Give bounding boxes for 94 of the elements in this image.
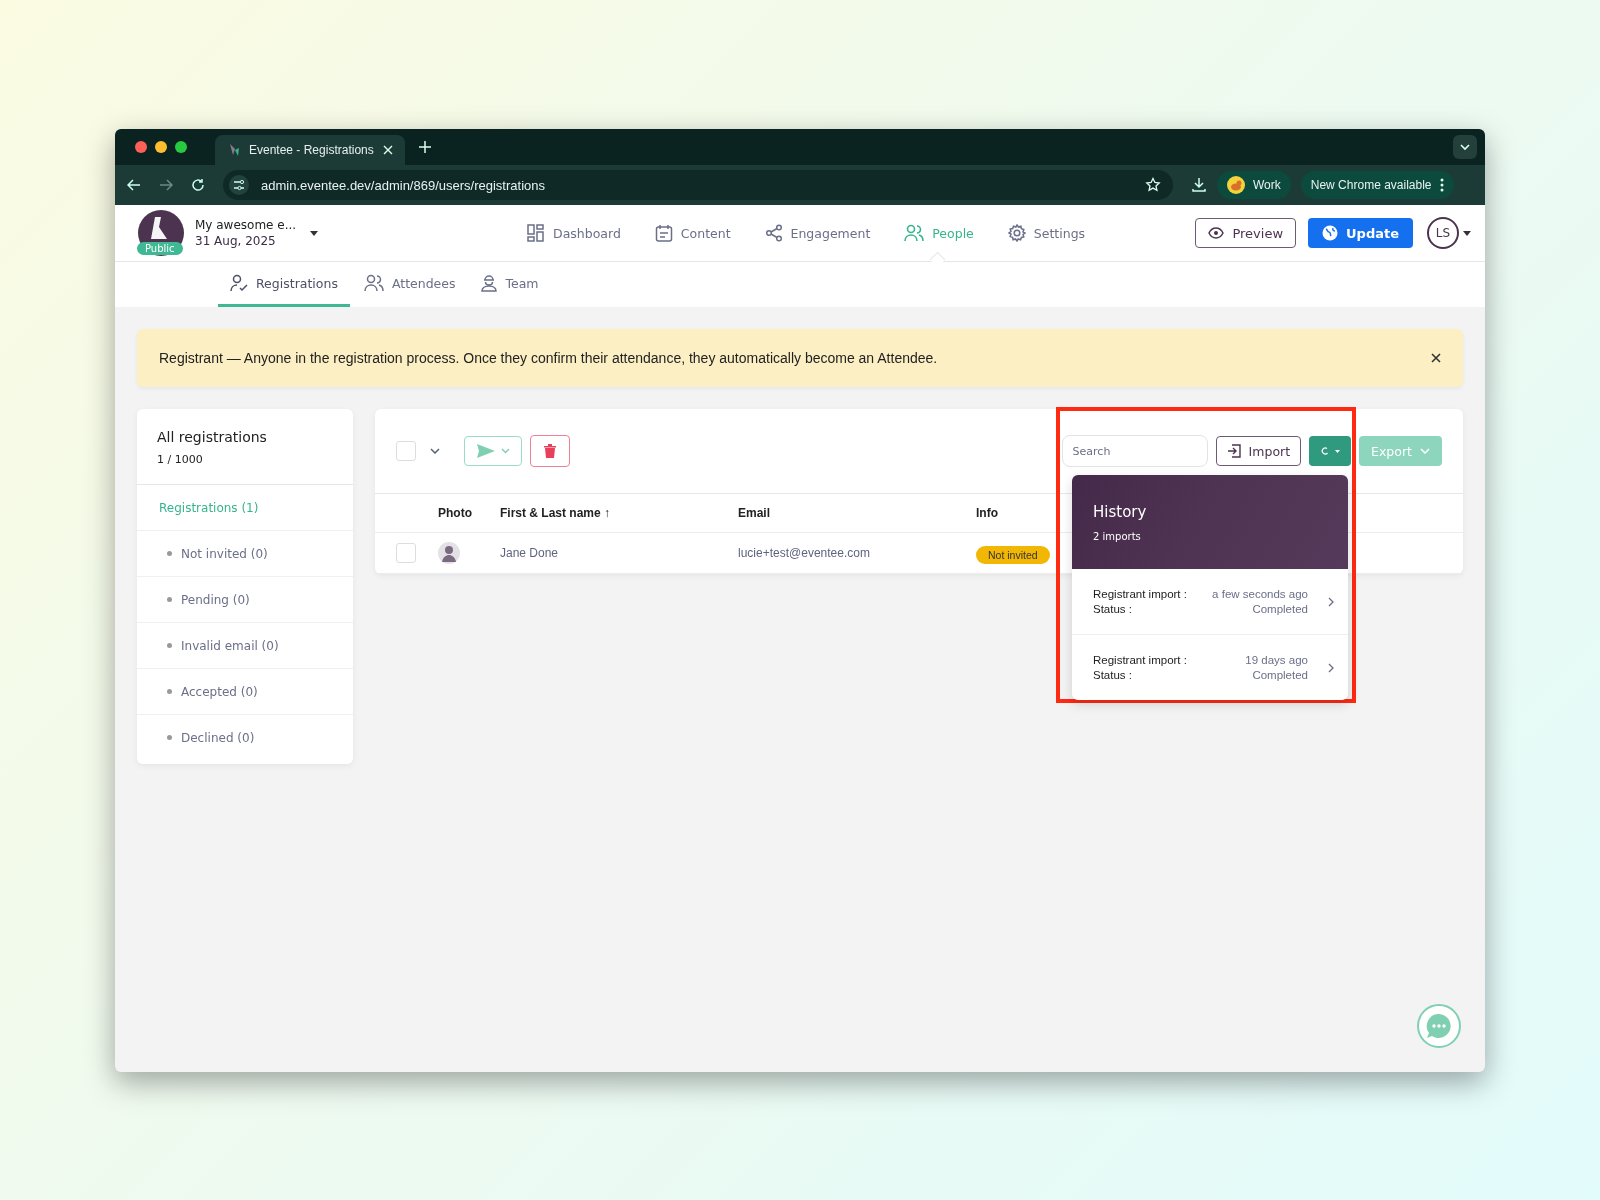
import-entry[interactable]: Registrant import : 19 days ago Status : Completed: [1072, 635, 1348, 700]
user-check-icon: [230, 274, 248, 292]
event-date: 31 Aug, 2025: [195, 234, 277, 248]
chevron-down-icon[interactable]: [1453, 135, 1477, 159]
filter-item[interactable]: Declined (0): [137, 715, 353, 760]
status-tag: Not invited: [976, 545, 1050, 564]
forward-icon[interactable]: [159, 178, 173, 192]
filter-item[interactable]: Invalid email (0): [137, 623, 353, 669]
entry-label: Registrant import :: [1093, 654, 1188, 666]
select-all-checkbox[interactable]: [396, 441, 416, 461]
bullet-icon: [167, 643, 172, 648]
close-window-icon[interactable]: [135, 141, 147, 153]
nav-tab[interactable]: Engagement: [764, 216, 871, 250]
event-name: My awesome e...: [195, 218, 297, 232]
nav-tab[interactable]: Dashboard: [527, 216, 621, 250]
chevron-down-icon: [500, 448, 510, 454]
filter-item[interactable]: Registrations (1): [137, 485, 353, 531]
more-icon: [1439, 178, 1444, 192]
bullet-icon: [167, 689, 172, 694]
star-icon[interactable]: [1145, 177, 1161, 193]
history-title: History: [1093, 502, 1148, 521]
worker-icon: [481, 274, 498, 292]
entry-label: Registrant import :: [1093, 588, 1188, 600]
preview-button[interactable]: Preview: [1195, 218, 1296, 248]
dashboard-icon: [527, 224, 545, 242]
import-entry[interactable]: Registrant import : a few seconds ago Status : Completed: [1072, 569, 1348, 635]
profile-button[interactable]: Work: [1217, 171, 1291, 199]
url-text: admin.eventee.dev/admin/869/users/registrations: [261, 177, 545, 193]
entry-time: 19 days ago: [1244, 654, 1308, 666]
trash-icon: [544, 444, 556, 458]
entry-time: a few seconds ago: [1211, 588, 1308, 600]
column-header[interactable]: Email: [738, 506, 976, 520]
tab-title: Eventee - Registrations: [249, 143, 375, 157]
share-icon: [764, 224, 783, 242]
row-checkbox[interactable]: [396, 543, 416, 563]
send-icon: [476, 444, 495, 458]
search-field[interactable]: Search: [1061, 435, 1208, 467]
chevron-down-icon: [1420, 448, 1430, 454]
bullet-icon: [167, 735, 172, 740]
people-icon: [363, 274, 384, 292]
import-icon: [1226, 444, 1241, 458]
import-button[interactable]: Import: [1215, 436, 1302, 466]
calendar-icon: [654, 224, 673, 242]
address-bar[interactable]: admin.eventee.dev/admin/869/users/registrations: [223, 170, 1173, 200]
nav-tab[interactable]: Content: [654, 216, 731, 250]
eye-icon: [1208, 227, 1225, 239]
globe-icon: [1322, 225, 1338, 241]
caret-icon[interactable]: [310, 230, 319, 236]
settings-icon: [1007, 224, 1026, 242]
minimize-window-icon[interactable]: [155, 141, 167, 153]
browser-tab[interactable]: Eventee - Registrations: [215, 135, 405, 165]
reload-icon[interactable]: [191, 178, 205, 192]
bullet-icon: [167, 551, 172, 556]
chevron-down-icon[interactable]: [430, 448, 440, 454]
status-value: Completed: [1251, 603, 1308, 615]
filter-item[interactable]: Pending (0): [137, 577, 353, 623]
site-settings-icon[interactable]: [229, 175, 249, 195]
update-chrome-button[interactable]: New Chrome available: [1300, 171, 1454, 199]
maximize-window-icon[interactable]: [175, 141, 187, 153]
status-label: Status :: [1093, 669, 1133, 681]
chevron-right-icon: [1328, 662, 1334, 673]
filter-item[interactable]: Not invited (0): [137, 531, 353, 577]
sub-tab[interactable]: Registrations: [218, 262, 350, 307]
status-label: Status :: [1093, 603, 1133, 615]
leaf-icon: [227, 143, 241, 157]
history-button[interactable]: [1309, 436, 1352, 466]
email-cell-text: lucie+test@eventee.com: [738, 546, 871, 560]
update-button[interactable]: Update: [1308, 218, 1413, 248]
download-icon[interactable]: [1191, 177, 1207, 193]
import-count: 2 imports: [1093, 530, 1142, 542]
people-icon: [904, 224, 925, 242]
sub-tab[interactable]: Team: [469, 262, 551, 307]
delete-button[interactable]: [530, 435, 570, 467]
panel-title: All registrations: [157, 429, 268, 445]
chat-icon: [1426, 1013, 1452, 1039]
bullet-icon: [167, 597, 172, 602]
sub-tab[interactable]: Attendees: [351, 262, 468, 307]
caret-icon[interactable]: [1463, 230, 1471, 236]
back-icon[interactable]: [127, 178, 141, 192]
column-header[interactable]: Photo: [438, 506, 500, 520]
status-value: Completed: [1251, 669, 1308, 681]
sync-caret-icon: [1320, 446, 1341, 456]
nav-tab[interactable]: Settings: [1007, 216, 1086, 250]
new-tab-icon[interactable]: [419, 141, 431, 153]
user-avatar[interactable]: LS: [1427, 217, 1459, 249]
name-cell-text: Jane Done: [500, 546, 560, 560]
registration-count: 1 / 1000: [157, 453, 204, 466]
column-header[interactable]: First & Last name ↑: [500, 506, 738, 520]
user-avatar-icon: [438, 542, 460, 564]
banner-text: Registrant — Anyone in the registration process. Once they confirm their attendance, they automatically become an Attendee.: [159, 350, 938, 366]
chevron-right-icon: [1328, 596, 1334, 607]
close-icon[interactable]: [1431, 353, 1441, 363]
public-badge: Public: [137, 242, 183, 255]
filter-item[interactable]: Accepted (0): [137, 669, 353, 715]
